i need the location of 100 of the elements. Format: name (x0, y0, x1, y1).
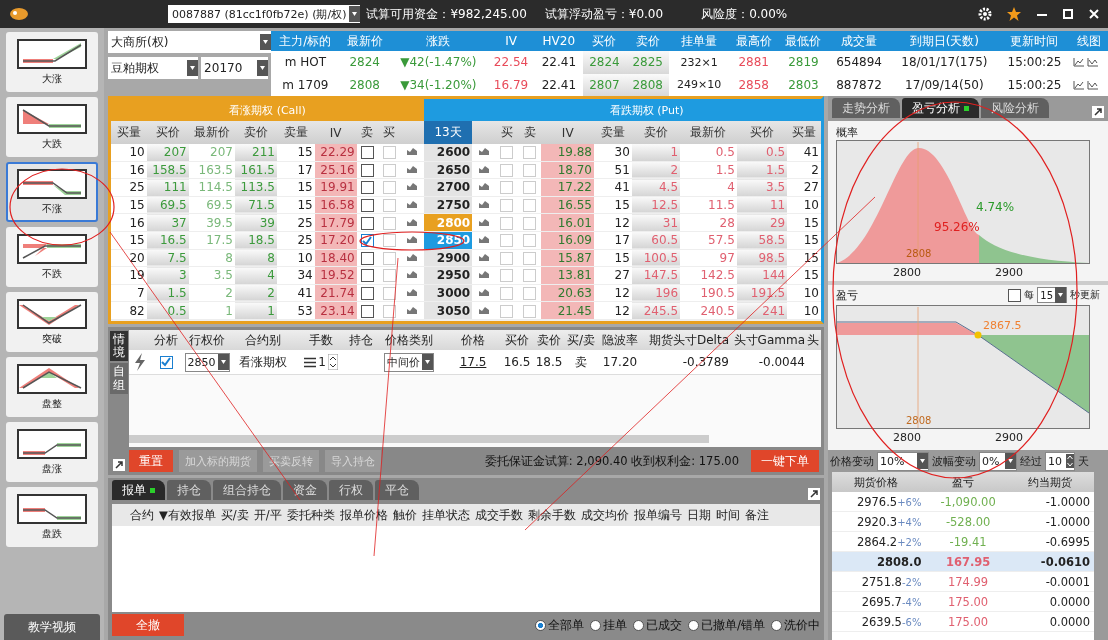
table-row[interactable]: 2695.7-4% 175.00 0.0000 (832, 592, 1094, 612)
caret-icon[interactable] (260, 34, 271, 50)
analyze-checkbox[interactable] (159, 355, 173, 369)
filter-radio[interactable]: 洗价中 (771, 616, 820, 634)
chart-icon[interactable] (1072, 57, 1085, 68)
horizontal-scrollbar[interactable] (129, 435, 709, 443)
orders-tab[interactable]: 资金 (283, 480, 327, 500)
tutorial-video-button[interactable]: 教学视频 (4, 614, 100, 640)
filter-radio[interactable]: 已撤单/错单 (687, 616, 765, 634)
sell-checkbox[interactable] (360, 199, 374, 213)
orders-tab[interactable]: 组合持仓 (213, 480, 281, 500)
auto-refresh-checkbox[interactable] (1008, 288, 1022, 302)
orders-tab[interactable]: 持仓 (167, 480, 211, 500)
area-chart-icon[interactable] (477, 269, 490, 280)
buy-checkbox[interactable] (500, 304, 514, 318)
sell-checkbox[interactable] (360, 304, 374, 318)
filter-radio[interactable]: 挂单 (589, 616, 627, 634)
orders-tab[interactable]: 平仓 (375, 480, 419, 500)
caret-icon[interactable] (257, 60, 268, 76)
buy-checkbox[interactable] (500, 199, 514, 213)
elapsed-days-field[interactable]: 10 (1045, 451, 1075, 471)
price-type-dropdown[interactable]: 中间价 (384, 352, 434, 372)
buy-checkbox[interactable] (500, 163, 514, 177)
area-chart-icon[interactable] (406, 216, 419, 227)
filter-radio[interactable]: 全部单 (534, 616, 584, 634)
buy-checkbox[interactable] (382, 199, 396, 213)
filter-radio[interactable]: 已成交 (632, 616, 682, 634)
buy-checkbox[interactable] (500, 251, 514, 265)
orders-tab[interactable]: 报单 (112, 480, 165, 500)
side-tab[interactable]: 情境 (109, 331, 128, 362)
buy-checkbox[interactable] (382, 146, 396, 160)
sell-checkbox[interactable] (360, 146, 374, 160)
chart-icon[interactable] (1072, 79, 1085, 90)
seconds-dropdown[interactable]: 15 (1037, 287, 1067, 303)
analysis-tab[interactable]: 盈亏分析 (902, 98, 979, 118)
account-dropdown[interactable]: 0087887 (81cc1f0fb72e) (期/权) (168, 5, 361, 23)
strategy-button[interactable]: 大跌 (6, 97, 98, 157)
strategy-button[interactable]: 盘整 (6, 357, 98, 417)
cancel-all-button[interactable]: 全撤 (112, 614, 184, 636)
caret-icon[interactable] (187, 60, 199, 76)
sell-checkbox[interactable] (360, 181, 374, 195)
table-row[interactable]: 2808.0 167.95 -0.0610 (832, 552, 1094, 572)
area-chart-icon[interactable] (477, 181, 490, 192)
settings-icon[interactable] (978, 7, 992, 21)
table-row[interactable]: 2751.8-2% 174.99 -0.0001 (832, 572, 1094, 592)
area-chart-icon[interactable] (406, 181, 419, 192)
action-button[interactable]: 重置 (129, 450, 173, 472)
lots-field[interactable]: 1 (318, 355, 326, 369)
buy-checkbox[interactable] (500, 287, 514, 301)
area-chart-icon[interactable] (477, 146, 490, 157)
strategy-button[interactable]: 不涨 (6, 162, 98, 222)
analysis-tab[interactable]: 风险分析 (981, 98, 1049, 118)
strike-price[interactable]: 2600 (423, 144, 473, 162)
chart-icon[interactable] (1086, 79, 1099, 90)
area-chart-icon[interactable] (477, 234, 490, 245)
area-chart-icon[interactable] (477, 287, 490, 298)
strategy-button[interactable]: 不跌 (6, 227, 98, 287)
caret-icon[interactable] (217, 354, 229, 370)
sell-checkbox[interactable] (360, 287, 374, 301)
caret-icon[interactable] (1055, 287, 1066, 303)
area-chart-icon[interactable] (477, 216, 490, 227)
area-chart-icon[interactable] (477, 304, 490, 315)
table-row[interactable]: 2976.5+6% -1,090.00 -1.0000 (832, 492, 1094, 512)
area-chart-icon[interactable] (406, 269, 419, 280)
chart-icon[interactable] (1086, 57, 1099, 68)
table-row[interactable]: 2920.3+4% -528.00 -1.0000 (832, 512, 1094, 532)
submit-order-button[interactable]: 一键下单 (751, 450, 819, 472)
buy-checkbox[interactable] (382, 216, 396, 230)
buy-checkbox[interactable] (382, 251, 396, 265)
caret-icon[interactable] (349, 6, 361, 22)
maximize-icon[interactable] (1062, 8, 1074, 20)
analysis-tab[interactable]: 走势分析 (832, 98, 900, 118)
buy-checkbox[interactable] (382, 181, 396, 195)
buy-checkbox[interactable] (500, 146, 514, 160)
buy-checkbox[interactable] (500, 216, 514, 230)
exchange-dropdown[interactable]: 大商所(权) (108, 31, 271, 53)
sell-checkbox[interactable] (360, 163, 374, 177)
price-link[interactable]: 17.5 (445, 355, 501, 369)
area-chart-icon[interactable] (406, 287, 419, 298)
area-chart-icon[interactable] (406, 234, 419, 245)
buy-checkbox[interactable] (500, 269, 514, 283)
strike-dropdown[interactable]: 2850 (184, 352, 230, 372)
buy-checkbox[interactable] (382, 287, 396, 301)
product-dropdown[interactable]: 豆粕期权 (108, 57, 199, 79)
buy-checkbox[interactable] (500, 234, 514, 248)
popout-icon[interactable] (112, 459, 125, 471)
sell-checkbox[interactable] (360, 269, 374, 283)
strategy-button[interactable]: 盘跌 (6, 487, 98, 547)
caret-icon[interactable] (422, 354, 433, 370)
close-icon[interactable] (1088, 8, 1100, 20)
orders-tab[interactable]: 行权 (329, 480, 373, 500)
star-icon[interactable] (1006, 6, 1022, 22)
buy-checkbox[interactable] (500, 181, 514, 195)
buy-checkbox[interactable] (382, 234, 396, 248)
popout-icon[interactable] (1092, 106, 1104, 118)
month-dropdown[interactable]: 20170 (201, 57, 268, 79)
buy-checkbox[interactable] (382, 163, 396, 177)
strategy-button[interactable]: 大涨 (6, 32, 98, 92)
spinner-icon[interactable] (327, 354, 338, 370)
table-row[interactable]: 2639.5-6% 175.00 0.0000 (832, 612, 1094, 632)
